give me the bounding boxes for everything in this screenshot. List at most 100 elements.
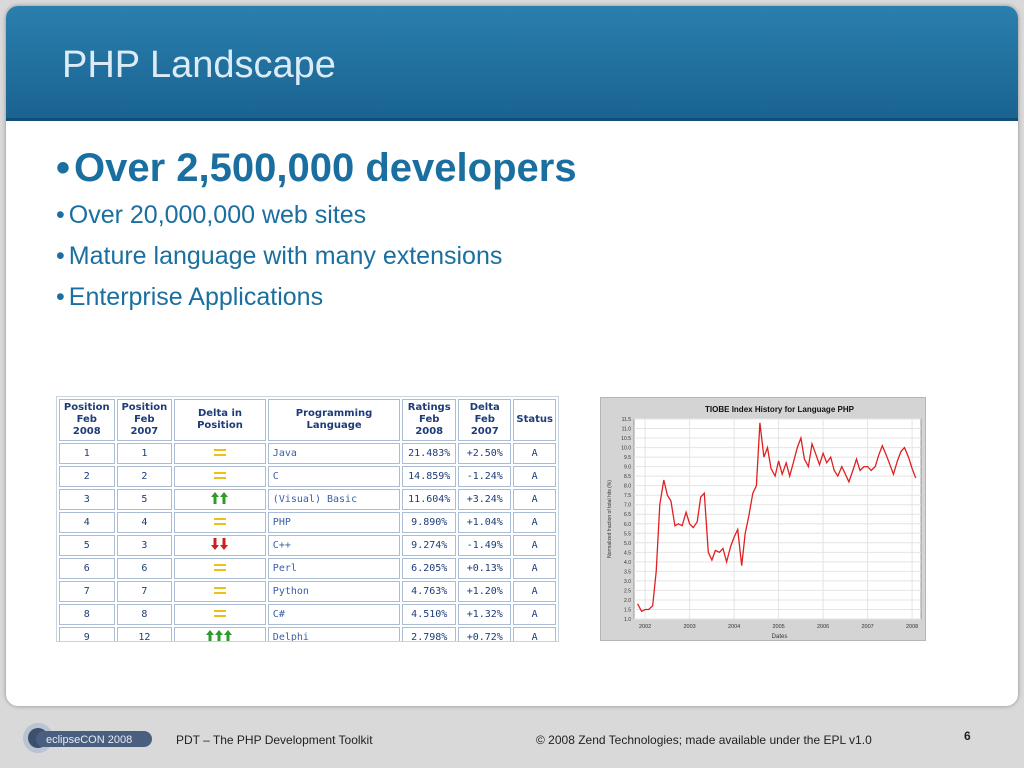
bullet-text-1: Over 2,500,000 developers: [74, 146, 577, 190]
x-tick-label: 2008: [906, 624, 918, 630]
cell-status: A: [513, 466, 556, 487]
cell-rating: 9.274%: [402, 535, 457, 556]
arrow-up-icon: [206, 630, 215, 641]
bullet-item-1: • Over 2,500,000 developers: [56, 146, 577, 191]
cell-position-2007: 5: [116, 489, 173, 510]
bullet-dot: •: [56, 283, 65, 311]
cell-status: A: [513, 558, 556, 579]
table-header-row: Position Feb 2008 Position Feb 2007 Delta …: [59, 399, 556, 441]
cell-language: C#: [267, 604, 401, 625]
cell-delta: -1.49%: [458, 535, 512, 556]
trend-up-icon: [206, 630, 233, 641]
header-position-2007: Position Feb 2007: [116, 399, 173, 441]
cell-delta-position: [174, 581, 266, 602]
y-tick-label: 1.5: [624, 607, 631, 613]
no-change-icon: [213, 472, 226, 479]
table-row: 5 3 C++ 9.274% -1.49% A: [59, 535, 556, 556]
no-change-icon: [213, 564, 226, 571]
cell-delta: +1.32%: [458, 604, 512, 625]
bullet-text-2: Over 20,000,000 web sites: [68, 201, 367, 229]
y-tick-label: 9.0: [624, 465, 631, 471]
cell-rating: 4.763%: [402, 581, 457, 602]
chart-title: TIOBE Index History for Language PHP: [705, 405, 855, 414]
cell-position-2008: 6: [59, 558, 115, 579]
cell-language: C: [267, 466, 401, 487]
no-change-icon: [213, 518, 226, 525]
cell-position-2007: 8: [116, 604, 173, 625]
header-ratings: Ratings Feb 2008: [402, 399, 457, 441]
bullet-dot: •: [56, 242, 65, 270]
y-tick-label: 6.5: [624, 512, 631, 518]
svg-text:eclipseCON 2008: eclipseCON 2008: [46, 734, 132, 746]
cell-rating: 21.483%: [402, 443, 457, 464]
cell-status: A: [513, 627, 556, 641]
arrow-up-icon: [219, 492, 228, 504]
cell-status: A: [513, 443, 556, 464]
cell-rating: 11.604%: [402, 489, 457, 510]
cell-position-2008: 4: [59, 512, 115, 533]
footer-left-text: PDT – The PHP Development Toolkit: [176, 733, 373, 747]
ranking-table-panel: Position Feb 2008 Position Feb 2007 Delta …: [56, 396, 559, 642]
header-position-2008: Position Feb 2008: [59, 399, 115, 441]
cell-status: A: [513, 512, 556, 533]
header-language: Programming Language: [267, 399, 401, 441]
cell-delta-position: [174, 558, 266, 579]
y-tick-label: 9.5: [624, 455, 631, 461]
cell-position-2008: 3: [59, 489, 115, 510]
y-tick-label: 7.5: [624, 493, 631, 499]
header-status: Status: [513, 399, 556, 441]
cell-delta: -1.24%: [458, 466, 512, 487]
eclipsecon-logo: eclipseCON 2008: [23, 723, 152, 753]
bullet-item-3: • Mature language with many extensions: [56, 242, 577, 271]
table-row: 8 8 C# 4.510% +1.32% A: [59, 604, 556, 625]
slide-title: PHP Landscape: [62, 44, 336, 86]
title-bar: PHP Landscape: [6, 6, 1018, 121]
no-change-icon: [213, 587, 226, 594]
y-tick-label: 4.0: [624, 560, 631, 566]
chart-canvas: 11.5 11.0 10.5 10.0 9.5 9.0 8.5 8.0 7.5 7.0 6.5 6.0…: [607, 405, 922, 640]
y-tick-label: 8.0: [624, 484, 631, 490]
y-tick-label: 4.5: [624, 550, 631, 556]
table-row: 1 1 Java 21.483% +2.50% A: [59, 443, 556, 464]
y-tick-label: 2.5: [624, 588, 631, 594]
bullet-dot: •: [56, 146, 71, 190]
cell-language: Python: [267, 581, 401, 602]
ranking-table: Position Feb 2008 Position Feb 2007 Delta …: [57, 397, 558, 641]
cell-rating: 6.205%: [402, 558, 457, 579]
cell-status: A: [513, 604, 556, 625]
arrow-up-icon: [215, 630, 224, 641]
x-tick-label: 2003: [683, 624, 695, 630]
arrow-up-icon: [210, 492, 219, 504]
table-row: 2 2 C 14.859% -1.24% A: [59, 466, 556, 487]
cell-delta: +1.04%: [458, 512, 512, 533]
cell-rating: 2.798%: [402, 627, 457, 641]
x-tick-label: 2005: [772, 624, 784, 630]
cell-status: A: [513, 489, 556, 510]
cell-position-2007: 2: [116, 466, 173, 487]
cell-delta: +1.20%: [458, 581, 512, 602]
y-tick-label: 5.0: [624, 541, 631, 547]
table-row: 7 7 Python 4.763% +1.20% A: [59, 581, 556, 602]
cell-language: PHP: [267, 512, 401, 533]
y-tick-label: 10.0: [621, 446, 631, 452]
cell-position-2007: 12: [116, 627, 173, 641]
cell-language: Java: [267, 443, 401, 464]
cell-delta: +3.24%: [458, 489, 512, 510]
bullet-list: • Over 2,500,000 developers • Over 20,000,…: [56, 146, 577, 324]
table-row: 6 6 Perl 6.205% +0.13% A: [59, 558, 556, 579]
table-row: 9 12 Delphi 2.798% +0.72% A: [59, 627, 556, 641]
bullet-text-3: Mature language with many extensions: [68, 242, 503, 270]
y-tick-label: 7.0: [624, 503, 631, 509]
cell-delta: +0.72%: [458, 627, 512, 641]
cell-status: A: [513, 535, 556, 556]
x-tick-label: 2002: [639, 624, 651, 630]
y-axis-label: Normalized fraction of total hits (%): [607, 480, 613, 558]
cell-position-2008: 7: [59, 581, 115, 602]
y-tick-label: 11.5: [622, 417, 632, 423]
arrow-down-icon: [210, 538, 219, 550]
bullet-item-4: • Enterprise Applications: [56, 283, 577, 312]
cell-position-2008: 2: [59, 466, 115, 487]
x-tick-label: 2007: [861, 624, 873, 630]
no-change-icon: [213, 449, 226, 456]
cell-delta: +2.50%: [458, 443, 512, 464]
